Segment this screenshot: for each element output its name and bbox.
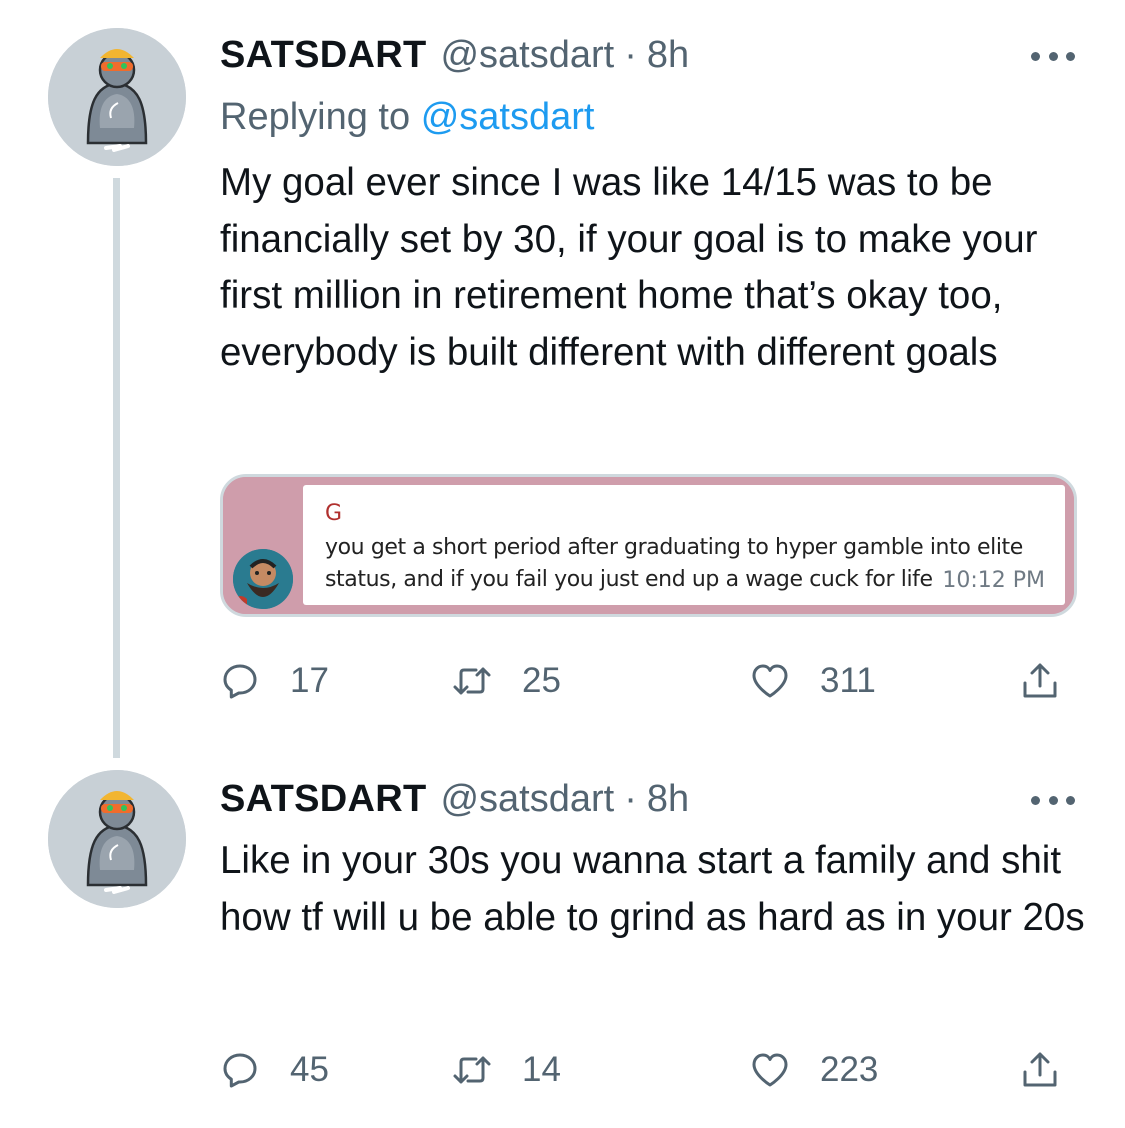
avatar[interactable]	[48, 770, 186, 908]
separator: ·	[624, 33, 637, 76]
more-icon[interactable]	[1031, 48, 1075, 64]
message-bubble: G you get a short period after graduatin…	[303, 485, 1065, 605]
tweet[interactable]: SATSDART @satsdart · 8h Like in your 30s…	[0, 760, 1125, 1128]
reply-count: 17	[290, 661, 329, 700]
display-name[interactable]: SATSDART	[220, 778, 426, 821]
penguin-avatar-icon	[48, 770, 186, 908]
message-sender: G	[325, 501, 343, 526]
separator: ·	[624, 777, 637, 820]
share-button[interactable]	[1020, 1045, 1060, 1095]
like-button[interactable]: 311	[750, 656, 876, 706]
avatar[interactable]	[48, 28, 186, 166]
retweet-count: 25	[522, 661, 561, 700]
tweet-header: SATSDART @satsdart · 8h	[220, 30, 689, 80]
retweet-button[interactable]: 25	[452, 656, 561, 706]
replying-handle-link[interactable]: @satsdart	[421, 96, 595, 138]
more-icon[interactable]	[1031, 792, 1075, 808]
embedded-image[interactable]: G you get a short period after graduatin…	[220, 474, 1077, 617]
retweet-button[interactable]: 14	[452, 1045, 561, 1095]
tweet-text: My goal ever since I was like 14/15 was …	[220, 161, 1038, 374]
like-button[interactable]: 223	[750, 1045, 878, 1095]
timestamp[interactable]: 8h	[647, 34, 689, 77]
share-icon	[1023, 663, 1057, 698]
reply-icon	[223, 1053, 257, 1088]
retweet-count: 14	[522, 1050, 561, 1089]
reply-count: 45	[290, 1050, 329, 1089]
tweet[interactable]: SATSDART @satsdart · 8h Replying to @sat…	[0, 0, 1125, 760]
replying-prefix: Replying to	[220, 96, 411, 138]
retweet-icon	[453, 1056, 491, 1084]
share-button[interactable]	[1020, 656, 1060, 706]
action-bar: 45 14 223	[220, 1045, 1080, 1095]
sender-avatar	[233, 549, 293, 609]
message-time: 10:12 PM	[942, 568, 1045, 593]
replying-to: Replying to @satsdart	[220, 96, 594, 139]
tweet-text: Like in your 30s you wanna start a famil…	[220, 839, 1085, 939]
timestamp[interactable]: 8h	[647, 778, 689, 821]
thread-line	[113, 178, 120, 758]
reply-button[interactable]: 45	[220, 1045, 329, 1095]
user-handle[interactable]: @satsdart	[440, 778, 614, 821]
heart-icon	[752, 1053, 788, 1087]
action-bar: 17 25 311	[220, 656, 1080, 706]
tweet-header: SATSDART @satsdart · 8h	[220, 774, 689, 824]
reply-button[interactable]: 17	[220, 656, 329, 706]
retweet-icon	[453, 667, 491, 695]
bearded-man-avatar-icon	[233, 549, 293, 609]
penguin-avatar-icon	[48, 28, 186, 166]
share-icon	[1023, 1052, 1057, 1087]
user-handle[interactable]: @satsdart	[440, 34, 614, 77]
like-count: 223	[820, 1050, 879, 1089]
display-name[interactable]: SATSDART	[220, 34, 426, 77]
heart-icon	[752, 664, 788, 698]
like-count: 311	[820, 661, 876, 700]
reply-icon	[223, 664, 257, 699]
